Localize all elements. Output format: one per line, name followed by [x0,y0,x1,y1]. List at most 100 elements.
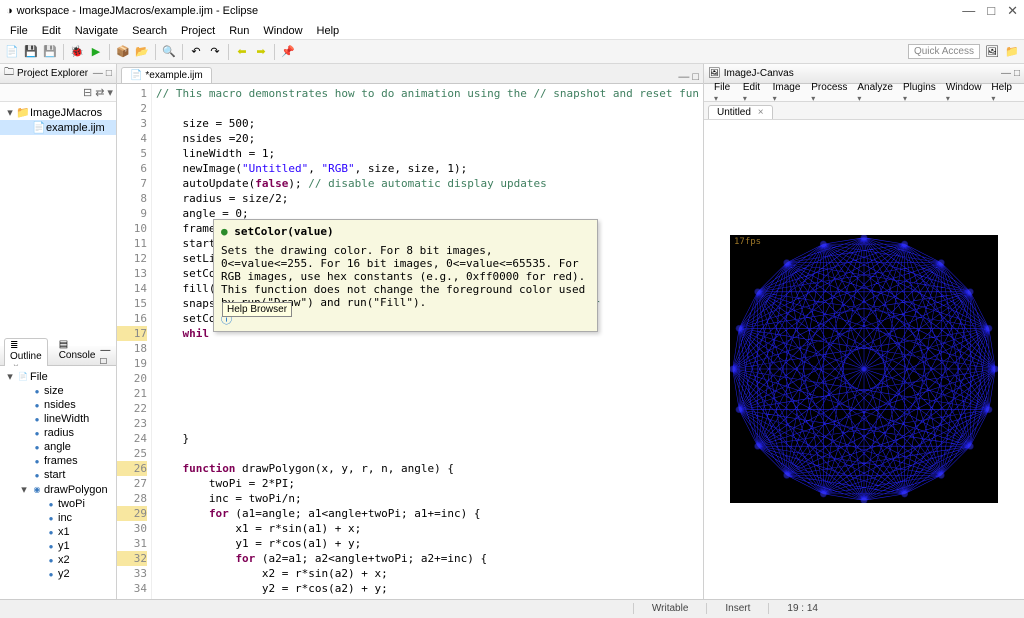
canvas-tab[interactable]: Untitled × [708,105,773,119]
minimize-button[interactable]: — [962,3,975,19]
canvas-menu-analyze[interactable]: Analyze [853,82,897,104]
menu-run[interactable]: Run [223,24,255,38]
outline-var-nsides[interactable]: ●nsides [0,398,116,412]
outline-var-start[interactable]: ●start [0,468,116,482]
menu-project[interactable]: Project [175,24,221,38]
separator [182,44,183,60]
outline-var-x2[interactable]: ●x2 [0,553,116,567]
console-icon: ▤ [59,339,68,350]
outline-var-inc[interactable]: ●inc [0,511,116,525]
main-menubar: FileEditNavigateSearchProjectRunWindowHe… [0,22,1024,40]
minimize-view-icon[interactable]: — [100,345,110,356]
menu-help[interactable]: Help [311,24,346,38]
outline-var-radius[interactable]: ●radius [0,426,116,440]
outline-var-size[interactable]: ●size [0,384,116,398]
editor-tab[interactable]: 📄 *example.ijm [121,67,212,83]
canvas-menubar: FileEditImageProcessAnalyzePluginsWindow… [704,84,1024,102]
save-all-icon[interactable]: 💾 [42,44,58,60]
separator [109,44,110,60]
outline-var-x1[interactable]: ●x1 [0,525,116,539]
file-icon: 📄 [130,70,142,81]
run-icon[interactable]: ▶ [88,44,104,60]
separator [155,44,156,60]
maximize-view-icon[interactable]: □ [1014,68,1020,79]
window-title: workspace - ImageJMacros/example.ijm - E… [17,5,258,17]
polygon-graphic [730,235,998,503]
outline-var-y1[interactable]: ●y1 [0,539,116,553]
menu-search[interactable]: Search [126,24,173,38]
outline-icon: ≣ [10,340,18,351]
canvas-menu-window[interactable]: Window [942,82,986,104]
perspective-resource-icon[interactable]: 📁 [1004,44,1020,60]
menu-window[interactable]: Window [257,24,308,38]
status-mode: Insert [706,603,768,614]
tooltip-body: Sets the drawing color. For 8 bit images… [221,244,590,309]
collapse-all-icon[interactable]: ⊟ [83,86,92,99]
separator [228,44,229,60]
maximize-editor-icon[interactable]: □ [692,71,699,83]
project-explorer-icon: 🗀 [4,65,14,82]
canvas-tabs: Untitled × [704,102,1024,120]
minimize-editor-icon[interactable]: — [678,71,689,83]
menu-file[interactable]: File [4,24,34,38]
canvas-menu-process[interactable]: Process [807,82,851,104]
pin-icon[interactable]: 📌 [280,44,296,60]
imagej-canvas-view: 🖼 ImageJ-Canvas — □ FileEditImageProcess… [704,64,1024,599]
new-package-icon[interactable]: 📦 [115,44,131,60]
prev-annotation-icon[interactable]: ↶ [188,44,204,60]
file-node[interactable]: 📄 example.ijm [0,120,116,135]
help-browser-tooltip: Help Browser [222,302,292,317]
code-editor[interactable]: 1234567891011121314151617181920212223242… [117,84,703,599]
left-stack: 🗀 Project Explorer — □ ⊟ ⇄ ▾ ▾📁 ImageJMa… [0,64,117,599]
forward-icon[interactable]: ➡ [253,44,269,60]
canvas-menu-image[interactable]: Image [769,82,806,104]
outline-tree[interactable]: ▾📄File●size●nsides●lineWidth●radius●angl… [0,366,116,599]
maximize-button[interactable]: □ [987,3,995,19]
maximize-view-icon[interactable]: □ [106,68,112,79]
outline-var-y2[interactable]: ●y2 [0,567,116,581]
canvas-menu-file[interactable]: File [710,82,737,104]
view-menu-icon[interactable]: ▾ [107,86,113,99]
save-icon[interactable]: 💾 [23,44,39,60]
quick-access-input[interactable]: Quick Access [908,44,980,59]
minimize-view-icon[interactable]: — [93,68,103,79]
project-explorer-title: Project Explorer [17,68,88,79]
canvas-menu-plugins[interactable]: Plugins [899,82,940,104]
new-icon[interactable]: 📄 [4,44,20,60]
menu-edit[interactable]: Edit [36,24,67,38]
app-icon: ◑ [6,5,13,17]
outline-var-frames[interactable]: ●frames [0,454,116,468]
canvas-area[interactable]: 17fps [704,120,1024,599]
canvas-view-title: ImageJ-Canvas [724,68,794,79]
search-icon[interactable]: 🔍 [161,44,177,60]
minimize-view-icon[interactable]: — [1001,68,1011,79]
canvas-menu-edit[interactable]: Edit [739,82,767,104]
tooltip-title: setColor(value) [234,225,333,238]
close-tab-icon[interactable]: × [758,107,764,118]
canvas-menu-help[interactable]: Help [987,82,1018,104]
fps-label: 17fps [734,237,761,247]
next-annotation-icon[interactable]: ↷ [207,44,223,60]
open-type-icon[interactable]: 📂 [134,44,150,60]
link-editor-icon[interactable]: ⇄ [95,86,104,99]
editor-tabbar: 📄 *example.ijm — □ [117,64,703,84]
file-label: example.ijm [46,122,105,134]
maximize-view-icon[interactable]: □ [100,356,106,367]
perspective-imagej-icon[interactable]: 🖼 [984,44,1000,60]
code-text[interactable]: // This macro demonstrates how to do ani… [152,84,703,599]
menu-navigate[interactable]: Navigate [69,24,124,38]
outline-file[interactable]: ▾📄File [0,369,116,384]
outline-view: ≣ Outline × ▤ Console — □ ▾📄File●size●ns… [0,346,116,599]
close-button[interactable]: ✕ [1007,3,1018,19]
outline-var-angle[interactable]: ●angle [0,440,116,454]
status-bar: Writable Insert 19 : 14 [0,599,1024,617]
status-writable: Writable [633,603,707,614]
outline-var-twoPi[interactable]: ●twoPi [0,497,116,511]
outline-var-lineWidth[interactable]: ●lineWidth [0,412,116,426]
back-icon[interactable]: ⬅ [234,44,250,60]
project-node[interactable]: ▾📁 ImageJMacros [0,105,116,120]
outline-fn-drawpolygon[interactable]: ▾◉drawPolygon [0,482,116,497]
debug-icon[interactable]: 🐞 [69,44,85,60]
project-tree[interactable]: ▾📁 ImageJMacros 📄 example.ijm [0,102,116,346]
rendered-image: 17fps [730,235,998,503]
